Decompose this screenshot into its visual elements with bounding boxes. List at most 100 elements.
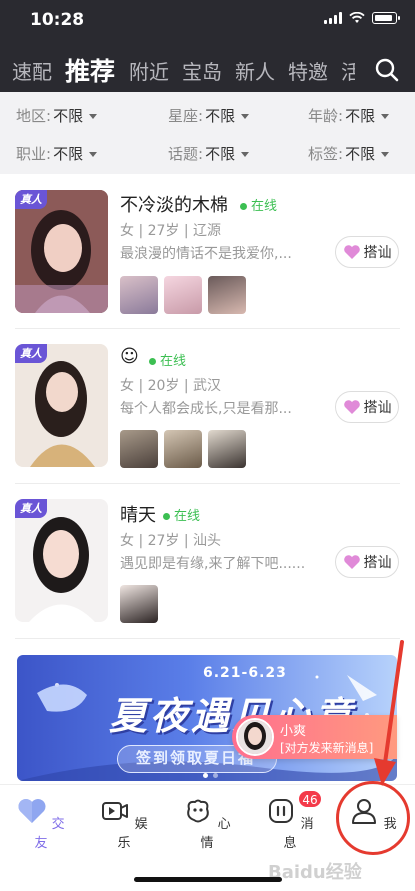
heart-icon [343, 245, 360, 259]
wifi-icon [349, 12, 365, 23]
video-icon [102, 802, 129, 820]
photo-thumbnail[interactable] [164, 276, 202, 314]
filter-topic-label: 话题: [168, 145, 204, 163]
tab-invited[interactable]: 特邀 [288, 58, 328, 86]
mood-face-icon [187, 799, 210, 823]
user-avatar[interactable]: 真人 [15, 190, 108, 313]
nav-item-entertainment[interactable]: 娱乐 [94, 797, 154, 851]
verified-badge: 真人 [15, 344, 47, 363]
user-avatar[interactable]: 真人 [15, 344, 108, 467]
caret-down-icon [241, 152, 250, 157]
watermark: Baidu经验 [268, 862, 362, 883]
user-name: ☺ [120, 346, 139, 367]
greet-label: 搭讪 [363, 245, 392, 261]
photo-thumbnail[interactable] [164, 430, 202, 468]
filter-region-label: 地区: [16, 107, 52, 125]
greet-label: 搭讪 [363, 400, 392, 416]
status-time: 10:28 [30, 10, 85, 30]
greet-button[interactable]: 搭讪 [335, 236, 399, 268]
photo-strip [120, 276, 246, 314]
search-icon[interactable] [373, 56, 401, 84]
online-dot-icon [149, 358, 156, 365]
online-dot-icon [240, 203, 247, 210]
tab-newcomers[interactable]: 新人 [235, 58, 275, 86]
caret-down-icon [89, 152, 98, 157]
photo-thumbnail[interactable] [120, 430, 158, 468]
filter-region[interactable]: 地区: 不限 [16, 105, 98, 126]
user-meta: 女 | 27岁 | 辽源 [120, 223, 222, 239]
tab-treasure-island[interactable]: 宝岛 [182, 58, 222, 86]
filter-topic-value: 不限 [205, 145, 236, 163]
filter-occupation[interactable]: 职业: 不限 [16, 143, 98, 164]
user-card[interactable]: 真人 晴天 在线 女 | 27岁 | 汕头 遇见即是有缘,来了解下吧......… [0, 484, 415, 639]
tab-recommend[interactable]: 推荐 [65, 58, 115, 86]
nav-item-friends[interactable]: 交友 [11, 797, 71, 851]
filter-tag-label: 标签: [308, 145, 344, 163]
filter-age-label: 年龄: [308, 107, 344, 125]
user-card[interactable]: 真人 不冷淡的木棉 在线 女 | 27岁 | 辽源 最浪漫的情话不是我爱你,..… [0, 174, 415, 329]
online-dot-icon [163, 513, 170, 520]
greet-button[interactable]: 搭讪 [335, 546, 399, 578]
status-bar: 10:28 [0, 0, 415, 44]
caret-down-icon [89, 114, 98, 119]
nav-item-mood[interactable]: 心情 [177, 797, 237, 851]
message-icon [269, 799, 294, 823]
tab-nearby[interactable]: 附近 [129, 58, 169, 86]
filter-panel: 地区: 不限 星座: 不限 年龄: 不限 职业: 不限 话题: 不限 标签: 不限 [0, 92, 415, 174]
caret-down-icon [381, 114, 390, 119]
filter-topic[interactable]: 话题: 不限 [168, 143, 250, 164]
heart-icon [343, 400, 360, 414]
filter-tag-value: 不限 [345, 145, 376, 163]
app-header: 10:28 速配 推荐 附近 宝岛 新人 特邀 活 [0, 0, 415, 92]
online-label: 在线 [160, 354, 187, 369]
filter-age-value: 不限 [345, 107, 376, 125]
online-label: 在线 [251, 199, 278, 214]
online-status: 在线 [163, 505, 200, 524]
photo-thumbnail[interactable] [120, 276, 158, 314]
toast-sender: 小爽 [280, 724, 307, 739]
online-status: 在线 [149, 350, 186, 369]
filter-zodiac-value: 不限 [205, 107, 236, 125]
filter-age[interactable]: 年龄: 不限 [308, 105, 390, 126]
cellular-signal-icon [324, 12, 342, 24]
user-meta: 女 | 20岁 | 武汉 [120, 378, 222, 394]
user-avatar[interactable]: 真人 [15, 499, 108, 622]
verified-badge: 真人 [15, 499, 47, 518]
top-tab-bar: 速配 推荐 附近 宝岛 新人 特邀 活 [12, 52, 368, 86]
filter-region-value: 不限 [53, 107, 84, 125]
filter-occupation-value: 不限 [53, 145, 84, 163]
tab-speed-match[interactable]: 速配 [12, 58, 52, 86]
filter-tag[interactable]: 标签: 不限 [308, 143, 390, 164]
battery-icon [372, 12, 400, 24]
carousel-dot [203, 773, 208, 778]
banner-date: 6.21-6.23 [203, 665, 287, 681]
status-icons [324, 12, 400, 24]
tab-activity[interactable]: 活 [341, 58, 355, 86]
online-label: 在线 [174, 509, 201, 524]
photo-thumbnail[interactable] [208, 276, 246, 314]
carousel-indicator [203, 773, 218, 778]
photo-thumbnail[interactable] [120, 585, 158, 623]
filter-zodiac-label: 星座: [168, 107, 204, 125]
user-bio: 遇见即是有缘,来了解下吧...... [120, 556, 306, 572]
home-indicator[interactable] [134, 877, 282, 882]
user-bio: 最浪漫的情话不是我爱你,... [120, 246, 292, 262]
caret-down-icon [381, 152, 390, 157]
portrait-image [238, 720, 272, 754]
photo-strip [120, 430, 246, 468]
user-meta: 女 | 27岁 | 汕头 [120, 533, 222, 549]
highlight-circle [336, 781, 410, 855]
photo-thumbnail[interactable] [208, 430, 246, 468]
greet-button[interactable]: 搭讪 [335, 391, 399, 423]
heart-icon [343, 555, 360, 569]
divider [15, 638, 400, 639]
heart-icon [18, 799, 46, 823]
filter-zodiac[interactable]: 星座: 不限 [168, 105, 250, 126]
user-name: 晴天 [120, 505, 156, 526]
user-name: 不冷淡的木棉 [120, 195, 228, 216]
pointer-arrow-icon [374, 640, 404, 786]
user-card[interactable]: 真人 ☺ 在线 女 | 20岁 | 武汉 每个人都会成长,只是看那... 搭讪 [0, 329, 415, 484]
toast-avatar [236, 718, 274, 756]
filter-occupation-label: 职业: [16, 145, 52, 163]
carousel-dot [213, 773, 218, 778]
